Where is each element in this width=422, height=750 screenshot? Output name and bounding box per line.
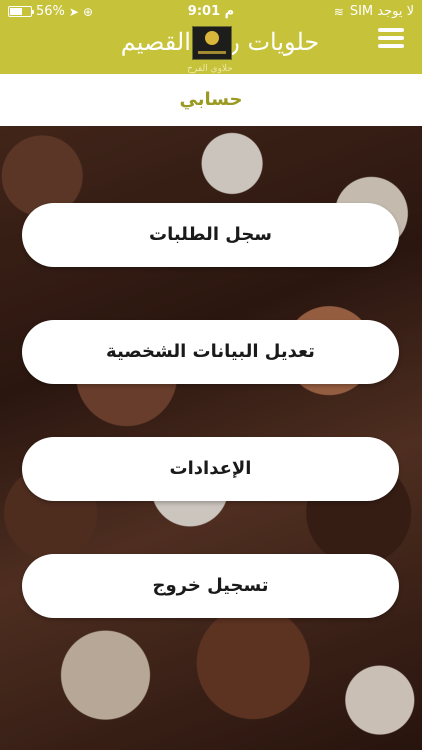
hamburger-menu-icon[interactable] bbox=[378, 28, 404, 48]
page-title: حسابي bbox=[179, 89, 243, 110]
status-bar: 56% ➤ ⊕ 9:01 م لا يوجد SIM ≋ bbox=[0, 0, 422, 24]
order-history-button[interactable]: سجل الطلبات bbox=[22, 203, 399, 267]
account-actions: سجل الطلبات تعديل البيانات الشخصية الإعد… bbox=[22, 203, 399, 671]
edit-profile-button[interactable]: تعديل البيانات الشخصية bbox=[22, 320, 399, 384]
logo-emblem-icon bbox=[192, 26, 232, 60]
logout-button[interactable]: تسجيل خروج bbox=[22, 554, 399, 618]
brand-subtitle: حلاوي الفرح bbox=[187, 64, 233, 74]
wifi-icon: ≋ bbox=[333, 4, 344, 19]
status-right: لا يوجد SIM ≋ bbox=[334, 4, 414, 19]
brand-logo: حلويات ركن القصيم حلاوي الفرح bbox=[100, 26, 340, 74]
carrier-label: لا يوجد SIM bbox=[349, 4, 414, 19]
settings-button[interactable]: الإعدادات bbox=[22, 437, 399, 501]
app-header: 56% ➤ ⊕ 9:01 م لا يوجد SIM ≋ حلويات ركن … bbox=[0, 0, 422, 74]
page-title-bar: حسابي bbox=[0, 74, 422, 126]
